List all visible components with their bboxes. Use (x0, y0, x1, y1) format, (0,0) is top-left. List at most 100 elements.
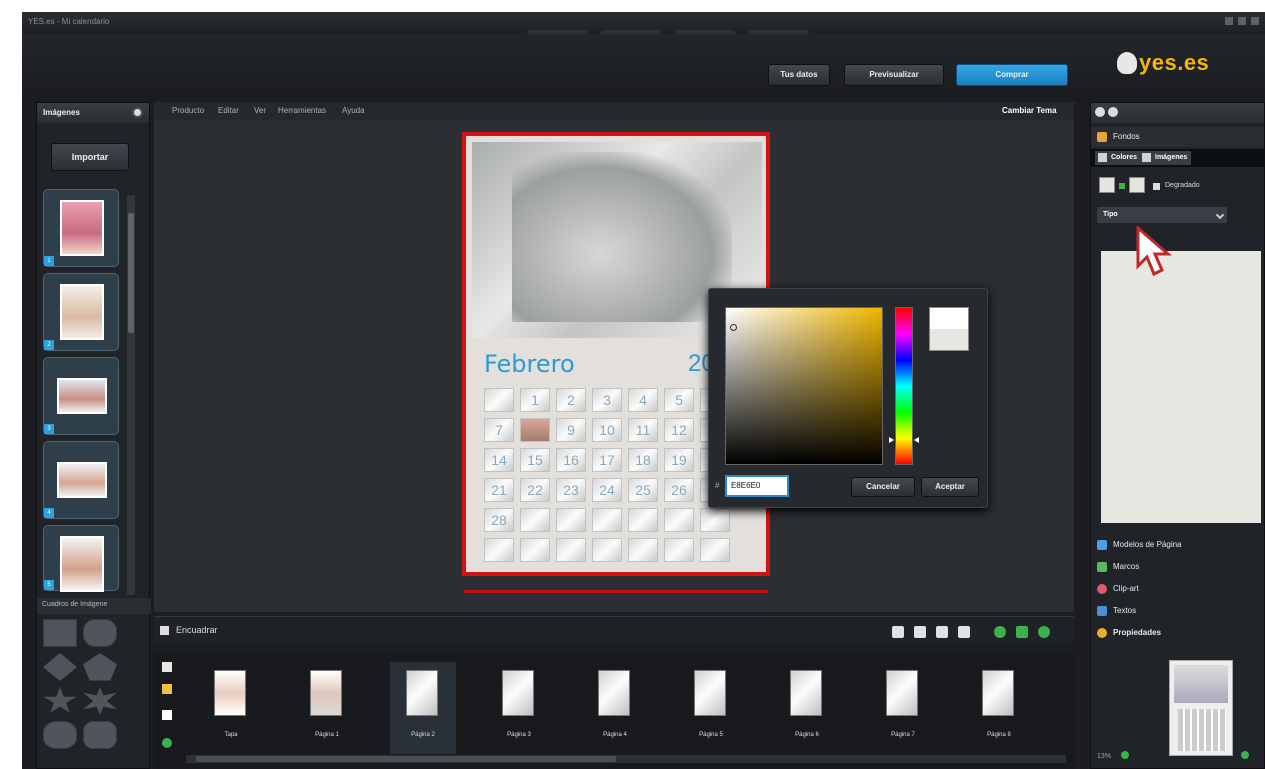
panel-toggle-icon[interactable] (1095, 107, 1105, 117)
filmstrip-page[interactable]: Tapa (198, 662, 264, 754)
shape-flower[interactable] (43, 721, 77, 749)
calendar-day: 1 (520, 388, 550, 412)
page-thumbnail (310, 670, 342, 716)
color-cursor[interactable] (730, 324, 737, 331)
section-clipart[interactable]: Clip-art (1091, 579, 1264, 599)
scrollbar-thumb[interactable] (196, 756, 616, 762)
menu-editar[interactable]: Editar (218, 106, 239, 115)
image-thumb[interactable]: 2 (43, 273, 119, 351)
saturation-value-field[interactable] (725, 307, 883, 465)
zoom-in-icon[interactable] (994, 626, 1006, 638)
colors-icon (1098, 153, 1107, 162)
minimap-calendar (1178, 709, 1226, 751)
brand-logo: yes.es (1117, 50, 1209, 76)
calendar-day: 16 (556, 448, 586, 472)
page-label: Página 8 (987, 732, 1011, 738)
color-swatch-start[interactable] (1099, 177, 1115, 193)
filmstrip-page[interactable]: Página 4 (582, 662, 648, 754)
cancel-button[interactable]: Cancelar (851, 477, 915, 497)
accept-button[interactable]: Aceptar (921, 477, 979, 497)
section-texts[interactable]: Textos (1091, 601, 1264, 621)
filmstrip-page[interactable]: Página 1 (294, 662, 360, 754)
filmstrip-page[interactable]: Página 8 (966, 662, 1032, 754)
fit-icon[interactable] (1016, 626, 1028, 638)
swap-icon[interactable] (1119, 183, 1125, 189)
calendar-empty-cell (520, 508, 550, 532)
calendar-day-photo[interactable] (520, 418, 550, 442)
filmstrip-page[interactable]: Página 7 (870, 662, 936, 754)
shape-pentagon[interactable] (83, 653, 117, 681)
images-panel-title: Imágenes (43, 108, 80, 117)
zoom-out-icon[interactable] (1038, 626, 1050, 638)
filmstrip-page[interactable]: Página 3 (486, 662, 552, 754)
color-swatch-end[interactable] (1129, 177, 1145, 193)
hex-color-input[interactable]: E8E6E0 (725, 475, 789, 497)
tab-colors[interactable]: Colores (1095, 151, 1142, 165)
scrollbar-thumb[interactable] (128, 213, 134, 333)
collapse-icon[interactable] (132, 107, 143, 118)
shape-rounded[interactable] (83, 721, 117, 749)
shape-square[interactable] (43, 619, 77, 647)
section-fondos[interactable]: Fondos (1091, 127, 1264, 147)
minimize-icon[interactable] (1225, 17, 1233, 25)
photo-thumbnail (57, 462, 107, 498)
layer-forward-icon[interactable] (892, 626, 904, 638)
image-thumb[interactable]: 3 (43, 357, 119, 435)
background-preview[interactable] (1101, 251, 1261, 523)
tab-images[interactable]: Imágenes (1139, 151, 1192, 165)
page-thumbnail (214, 670, 246, 716)
calendar-day: 4 (628, 388, 658, 412)
shape-octagon[interactable] (83, 619, 117, 647)
panel-toggle-icon[interactable] (1108, 107, 1118, 117)
buy-button[interactable]: Comprar (956, 64, 1068, 86)
page-minimap[interactable] (1169, 660, 1233, 756)
filmstrip-page[interactable]: Página 6 (774, 662, 840, 754)
page-warning-bar (464, 590, 768, 593)
logo-text: yes.es (1139, 50, 1210, 75)
menu-ayuda[interactable]: Ayuda (342, 106, 365, 115)
folder-icon[interactable] (162, 684, 172, 694)
my-data-button[interactable]: Tus datos (768, 64, 830, 86)
menu-producto[interactable]: Producto (172, 106, 204, 115)
preview-button[interactable]: Previsualizar (844, 64, 944, 86)
backgrounds-icon (1097, 132, 1107, 142)
shape-diamond[interactable] (43, 653, 77, 681)
page-filmstrip: Tapa Página 1 Página 2 Página 3 Página 4… (154, 652, 1074, 769)
maximize-icon[interactable] (1238, 17, 1246, 25)
calendar-empty-cell (700, 508, 730, 532)
document-icon[interactable] (162, 710, 172, 720)
gear-icon (1097, 628, 1107, 638)
image-thumb[interactable]: 4 (43, 441, 119, 519)
section-page-models[interactable]: Modelos de Página (1091, 535, 1264, 555)
calendar-empty-cell (556, 538, 586, 562)
close-icon[interactable] (1251, 17, 1259, 25)
images-scrollbar[interactable] (127, 195, 135, 595)
section-properties[interactable]: Propiedades (1091, 623, 1264, 643)
filmstrip-page-selected[interactable]: Página 2 (390, 662, 456, 754)
section-frames[interactable]: Marcos (1091, 557, 1264, 577)
right-panel-header (1091, 103, 1264, 123)
shape-star[interactable] (43, 687, 77, 713)
zoom-in-icon[interactable] (1241, 751, 1249, 759)
filmstrip-page[interactable]: Página 5 (678, 662, 744, 754)
menu-herramientas[interactable]: Herramientas (278, 106, 326, 115)
new-page-icon[interactable] (162, 662, 172, 672)
zoom-out-icon[interactable] (1121, 751, 1129, 759)
image-thumb[interactable]: 1 (43, 189, 119, 267)
background-tabs: Colores Imágenes (1091, 149, 1265, 167)
change-theme-link[interactable]: Cambiar Tema (1002, 106, 1057, 115)
import-button[interactable]: Importar (51, 143, 129, 171)
layer-back-icon[interactable] (958, 626, 970, 638)
filmstrip-scrollbar[interactable] (186, 755, 1066, 763)
gradient-checkbox[interactable] (1153, 183, 1160, 190)
calendar-empty-cell (664, 538, 694, 562)
menu-ver[interactable]: Ver (254, 106, 266, 115)
hue-slider-handle[interactable] (889, 437, 919, 443)
layer-front-icon[interactable] (936, 626, 948, 638)
add-page-icon[interactable] (162, 738, 172, 748)
type-dropdown[interactable]: Tipo (1097, 207, 1227, 223)
shape-burst[interactable] (83, 687, 117, 715)
hash-icon: # (715, 481, 720, 490)
layer-backward-icon[interactable] (914, 626, 926, 638)
image-thumb[interactable]: 5 (43, 525, 119, 592)
